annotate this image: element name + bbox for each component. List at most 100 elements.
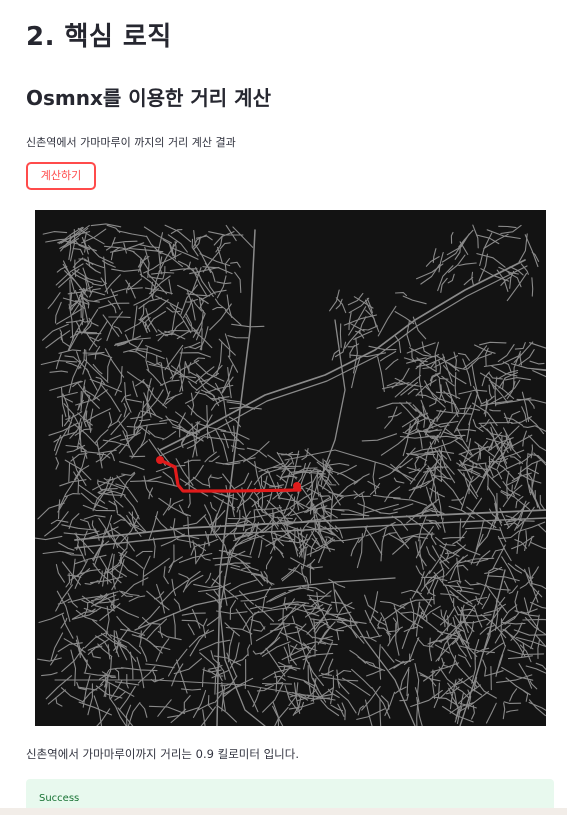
road-segment bbox=[479, 341, 507, 346]
road-segment bbox=[366, 630, 377, 642]
road-segment bbox=[530, 444, 534, 459]
road-segment bbox=[179, 352, 211, 358]
road-segment bbox=[138, 297, 163, 310]
road-segment bbox=[64, 493, 81, 498]
road-segment bbox=[226, 652, 237, 677]
road-segment bbox=[406, 668, 410, 697]
road-segment bbox=[228, 630, 235, 663]
road-segment bbox=[348, 312, 352, 331]
road-segment bbox=[365, 521, 396, 537]
road-segment bbox=[232, 226, 254, 248]
road-segment bbox=[201, 667, 205, 688]
road-segment bbox=[514, 590, 519, 613]
road-segment bbox=[464, 579, 482, 586]
road-segment bbox=[80, 518, 91, 530]
road-segment bbox=[525, 665, 546, 674]
road-segment bbox=[505, 677, 531, 696]
alert-text: Success bbox=[39, 793, 80, 804]
road-segment bbox=[145, 345, 162, 352]
road-segment bbox=[198, 639, 231, 651]
description-text: 신촌역에서 가마마루이 까지의 거리 계산 결과 bbox=[26, 136, 236, 149]
road-segment bbox=[505, 709, 519, 713]
road-segment bbox=[141, 319, 148, 334]
road-segment bbox=[517, 472, 542, 484]
road-segment bbox=[193, 357, 206, 362]
road-segment bbox=[145, 618, 168, 641]
calculate-button[interactable]: 계산하기 bbox=[26, 162, 96, 190]
road-segment bbox=[498, 596, 506, 607]
road-segment bbox=[133, 287, 159, 306]
road-segment bbox=[385, 358, 399, 370]
road-segment bbox=[212, 306, 224, 311]
road-segment bbox=[458, 229, 474, 248]
road-segment bbox=[490, 426, 495, 451]
road-segment bbox=[214, 298, 228, 312]
road-segment bbox=[481, 371, 490, 387]
road-segment bbox=[280, 567, 296, 580]
road-segment bbox=[227, 355, 239, 373]
road-segment bbox=[91, 520, 97, 534]
road-segment bbox=[140, 646, 148, 662]
route-map-image bbox=[35, 210, 546, 726]
road-segment bbox=[432, 579, 439, 605]
road-segment bbox=[77, 227, 105, 245]
road-segment bbox=[187, 493, 191, 509]
road-segment bbox=[403, 653, 411, 665]
road-segment bbox=[381, 646, 395, 663]
road-segment bbox=[209, 476, 223, 479]
road-segment bbox=[409, 598, 415, 630]
road-segment bbox=[224, 622, 240, 637]
road-segment bbox=[537, 638, 541, 660]
app-page: 2. 핵심 로직 Osmnx를 이용한 거리 계산 신촌역에서 가마마루이 까지… bbox=[0, 0, 567, 815]
road-segment bbox=[438, 360, 442, 375]
road-segment bbox=[223, 433, 229, 449]
road-segment bbox=[318, 484, 344, 498]
road-segment bbox=[183, 695, 191, 712]
road-segment bbox=[411, 571, 425, 599]
road-segment bbox=[415, 541, 427, 567]
subtitle: Osmnx를 이용한 거리 계산 bbox=[26, 86, 271, 110]
road-segment bbox=[165, 415, 182, 429]
result-text: 신촌역에서 가마마루이까지 거리는 0.9 킬로미터 입니다. bbox=[26, 747, 299, 761]
road-segment bbox=[531, 566, 539, 578]
road-segment bbox=[49, 380, 82, 391]
road-segment bbox=[201, 328, 203, 351]
road-segment bbox=[475, 679, 497, 699]
road-segment bbox=[322, 676, 359, 682]
road-segment bbox=[230, 261, 241, 268]
road-segment bbox=[42, 323, 69, 341]
road-segment bbox=[466, 421, 471, 443]
road-segment bbox=[73, 239, 90, 251]
road-segment bbox=[520, 263, 529, 275]
road-segment bbox=[266, 591, 286, 603]
road-segment bbox=[72, 248, 84, 256]
road-segment bbox=[527, 467, 539, 475]
road-segment bbox=[532, 370, 546, 378]
road-segment bbox=[192, 689, 207, 718]
road-segment bbox=[120, 472, 136, 498]
road-segment bbox=[238, 453, 271, 474]
road-segment bbox=[399, 457, 413, 469]
road-segment bbox=[159, 626, 164, 638]
section-title: 2. 핵심 로직 bbox=[26, 22, 172, 52]
road-segment bbox=[312, 469, 319, 500]
road-segment bbox=[151, 271, 175, 275]
road-segment bbox=[61, 393, 73, 403]
road-segment bbox=[466, 506, 497, 529]
road-segment bbox=[439, 677, 464, 700]
road-segment bbox=[486, 605, 503, 626]
road-segment bbox=[187, 404, 207, 422]
road-segment bbox=[443, 610, 447, 628]
road-segment bbox=[180, 688, 202, 691]
road-segment bbox=[527, 416, 545, 435]
road-segment bbox=[90, 223, 122, 228]
road-segment bbox=[450, 231, 454, 244]
road-segment bbox=[114, 668, 120, 681]
route-endpoint-marker bbox=[156, 456, 164, 464]
road-segment bbox=[291, 615, 304, 628]
road-segment bbox=[335, 669, 352, 677]
road-segment bbox=[247, 690, 259, 713]
road-segment bbox=[234, 472, 250, 489]
road-segment bbox=[361, 433, 398, 442]
road-segment bbox=[60, 687, 83, 703]
